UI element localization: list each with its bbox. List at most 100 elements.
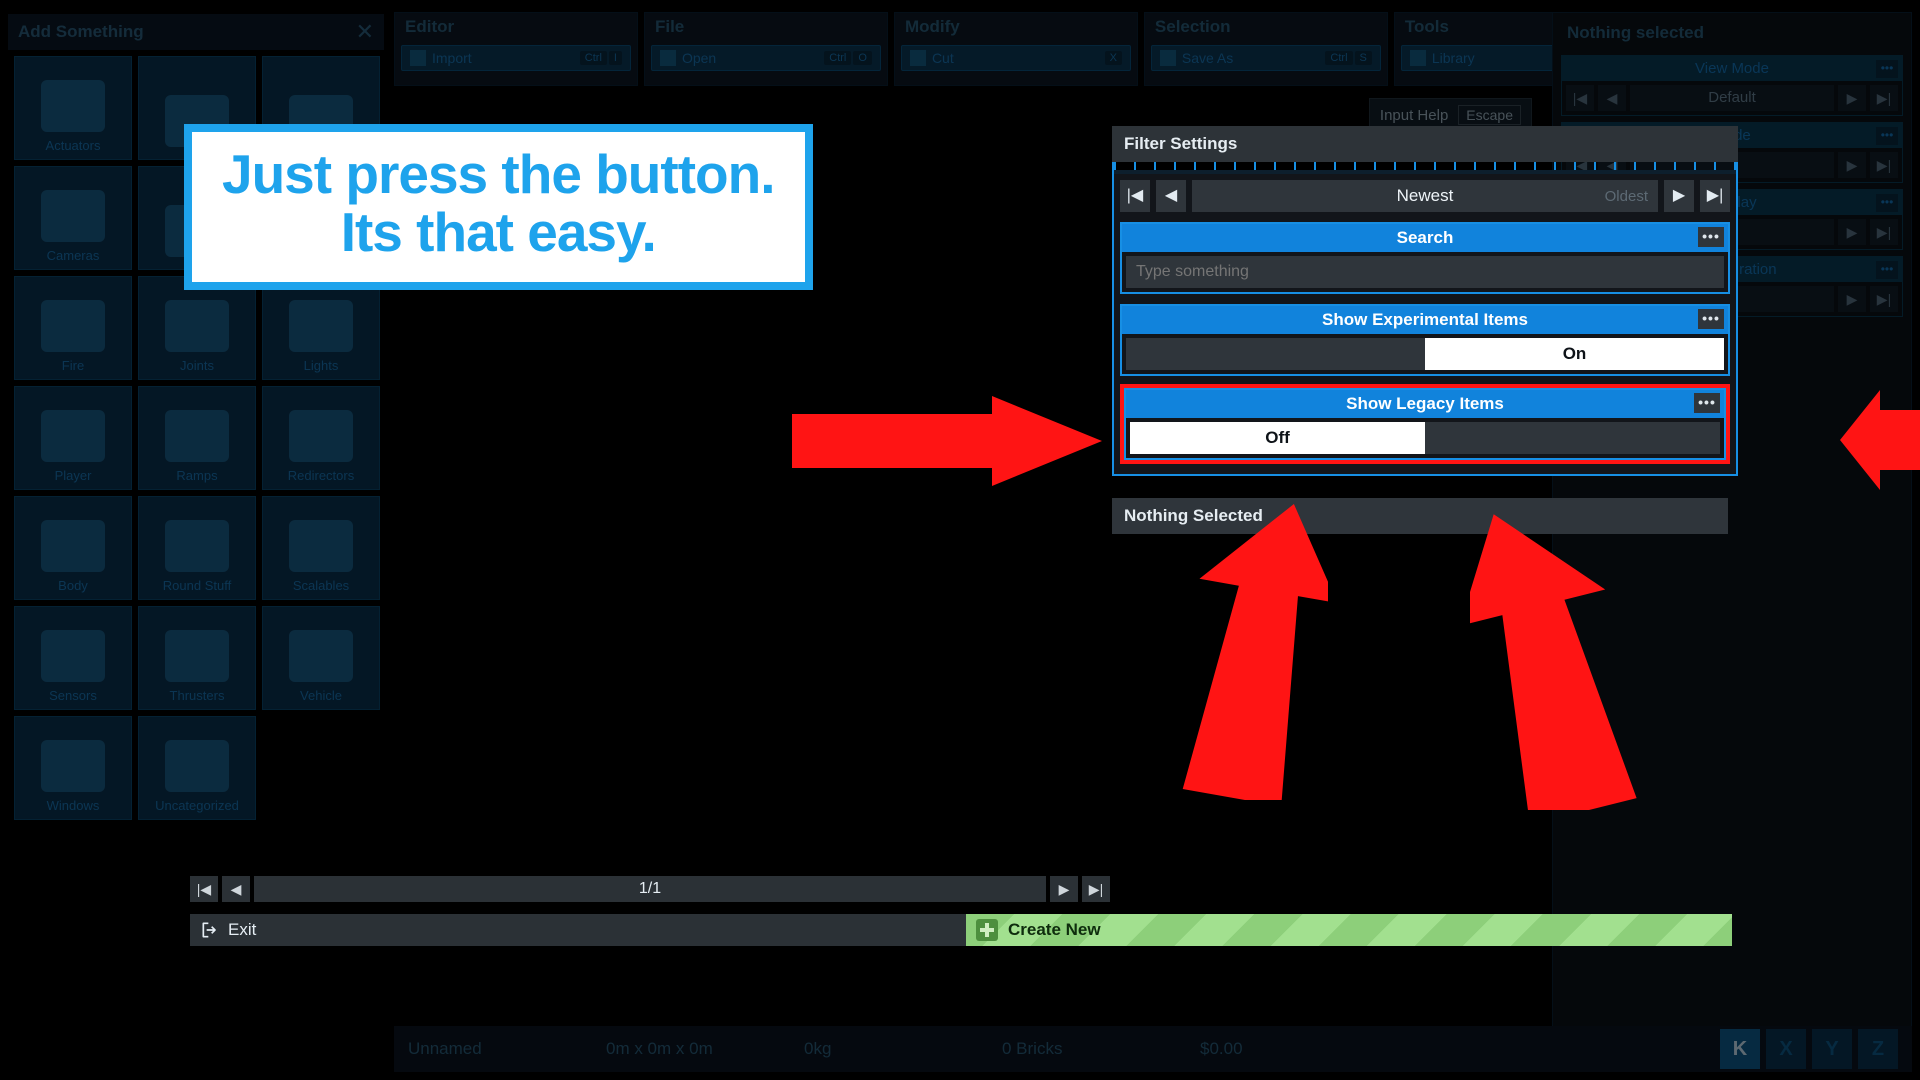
menu-btn-label: Save As [1182, 50, 1320, 66]
category-vehicle[interactable]: Vehicle [262, 606, 380, 710]
more-icon[interactable]: ••• [1698, 227, 1724, 247]
category-label: Actuators [46, 138, 101, 153]
category-icon [289, 410, 353, 462]
status-bar: Unnamed 0m x 0m x 0m 0kg 0 Bricks $0.00 … [394, 1026, 1912, 1072]
more-icon[interactable]: ••• [1876, 127, 1898, 145]
sort-current[interactable]: Newest Oldest [1192, 180, 1658, 212]
status-mass: 0kg [804, 1039, 984, 1059]
input-help-label: Input Help [1380, 107, 1448, 124]
sort-prev-icon[interactable]: ◀ [1156, 180, 1186, 212]
plus-icon [976, 919, 998, 941]
nav-icon[interactable]: ▶| [1870, 286, 1898, 312]
category-label: Vehicle [300, 688, 342, 703]
category-sensors[interactable]: Sensors [14, 606, 132, 710]
nav-icon[interactable]: ◀ [1598, 85, 1626, 111]
category-icon [41, 740, 105, 792]
shortcut: X [1105, 51, 1122, 65]
nav-icon[interactable]: |◀ [1566, 85, 1594, 111]
sort-first-icon[interactable]: |◀ [1120, 180, 1150, 212]
category-fire[interactable]: Fire [14, 276, 132, 380]
category-joints[interactable]: Joints [138, 276, 256, 380]
category-cameras[interactable]: Cameras [14, 166, 132, 270]
sort-current-label: Newest [1397, 186, 1454, 206]
toggle-on-side: On [1425, 338, 1724, 370]
close-icon[interactable]: ✕ [356, 19, 374, 45]
folder-icon [660, 50, 676, 66]
more-icon[interactable]: ••• [1876, 261, 1898, 279]
more-icon[interactable]: ••• [1876, 60, 1898, 78]
Cut-button[interactable]: CutX [901, 45, 1131, 71]
add-something-title: Add Something [18, 22, 356, 42]
callout-line2: Its that easy. [222, 204, 775, 262]
nav-icon[interactable]: ▶ [1838, 219, 1866, 245]
nav-icon[interactable]: ▶| [1870, 219, 1898, 245]
category-round-stuff[interactable]: Round Stuff [138, 496, 256, 600]
sort-next-icon[interactable]: ▶ [1664, 180, 1694, 212]
category-redirectors[interactable]: Redirectors [262, 386, 380, 490]
show-legacy-toggle[interactable]: Off [1130, 422, 1720, 454]
status-name: Unnamed [408, 1039, 588, 1059]
pager-prev-icon[interactable]: ◀ [222, 876, 250, 902]
category-icon [165, 740, 229, 792]
axis-y-button[interactable]: Y [1812, 1029, 1852, 1069]
Save As-button[interactable]: Save As CtrlS [1151, 45, 1381, 71]
axis-x-button[interactable]: X [1766, 1029, 1806, 1069]
category-icon [165, 630, 229, 682]
nav-icon[interactable]: ▶ [1838, 152, 1866, 178]
category-icon [289, 630, 353, 682]
category-label: Joints [180, 358, 214, 373]
show-experimental-toggle[interactable]: On [1126, 338, 1724, 370]
category-icon [41, 410, 105, 462]
sort-last-icon[interactable]: ▶| [1700, 180, 1730, 212]
category-ramps[interactable]: Ramps [138, 386, 256, 490]
category-label: Round Stuff [163, 578, 231, 593]
show-experimental-section: Show Experimental Items ••• On [1120, 304, 1730, 376]
callout-line1: Just press the button. [222, 146, 775, 204]
search-input[interactable] [1126, 256, 1724, 288]
pager-first-icon[interactable]: |◀ [190, 876, 218, 902]
status-dims: 0m x 0m x 0m [606, 1039, 786, 1059]
show-legacy-highlight: Show Legacy Items ••• Off [1120, 384, 1730, 464]
category-thrusters[interactable]: Thrusters [138, 606, 256, 710]
nav-icon[interactable]: ▶| [1870, 85, 1898, 111]
axis-z-button[interactable]: Z [1858, 1029, 1898, 1069]
more-icon[interactable]: ••• [1876, 194, 1898, 212]
more-icon[interactable]: ••• [1698, 309, 1724, 329]
category-uncategorized[interactable]: Uncategorized [138, 716, 256, 820]
menu-group-editor: EditorImportCtrlI [394, 12, 638, 86]
category-actuators[interactable]: Actuators [14, 56, 132, 160]
pager-next-icon[interactable]: ▶ [1050, 876, 1078, 902]
Open-button[interactable]: OpenCtrlO [651, 45, 881, 71]
category-label: Thrusters [170, 688, 225, 703]
nav-icon[interactable]: ▶| [1870, 152, 1898, 178]
shortcut: CtrlS [1325, 51, 1371, 65]
instruction-callout: Just press the button. Its that easy. [184, 124, 813, 290]
category-label: Sensors [49, 688, 97, 703]
category-icon [165, 410, 229, 462]
category-player[interactable]: Player [14, 386, 132, 490]
category-scalables[interactable]: Scalables [262, 496, 380, 600]
axis-k-button[interactable]: K [1720, 1029, 1760, 1069]
arrow-up-right-icon [1470, 500, 1670, 810]
nav-icon[interactable]: ▶ [1838, 85, 1866, 111]
nav-icon[interactable]: ▶ [1838, 286, 1866, 312]
pager-last-icon[interactable]: ▶| [1082, 876, 1110, 902]
category-lights[interactable]: Lights [262, 276, 380, 380]
category-icon [41, 80, 105, 132]
exit-button[interactable]: Exit [190, 914, 966, 946]
category-icon [289, 520, 353, 572]
inspector-value[interactable]: Default [1630, 85, 1834, 111]
create-new-button[interactable]: Create New [966, 914, 1732, 946]
shortcut: CtrlI [580, 51, 622, 65]
status-bricks: 0 Bricks [1002, 1039, 1182, 1059]
toggle-on-side [1425, 422, 1720, 454]
category-icon [289, 300, 353, 352]
category-windows[interactable]: Windows [14, 716, 132, 820]
Import-button[interactable]: ImportCtrlI [401, 45, 631, 71]
category-body[interactable]: Body [14, 496, 132, 600]
sort-selector: |◀ ◀ Newest Oldest ▶ ▶| [1120, 180, 1730, 212]
arrow-up-left-icon [1148, 500, 1328, 800]
more-icon[interactable]: ••• [1694, 393, 1720, 413]
filter-settings-panel: Filter Settings |◀ ◀ Newest Oldest ▶ ▶| … [1112, 126, 1738, 534]
category-label: Body [58, 578, 88, 593]
